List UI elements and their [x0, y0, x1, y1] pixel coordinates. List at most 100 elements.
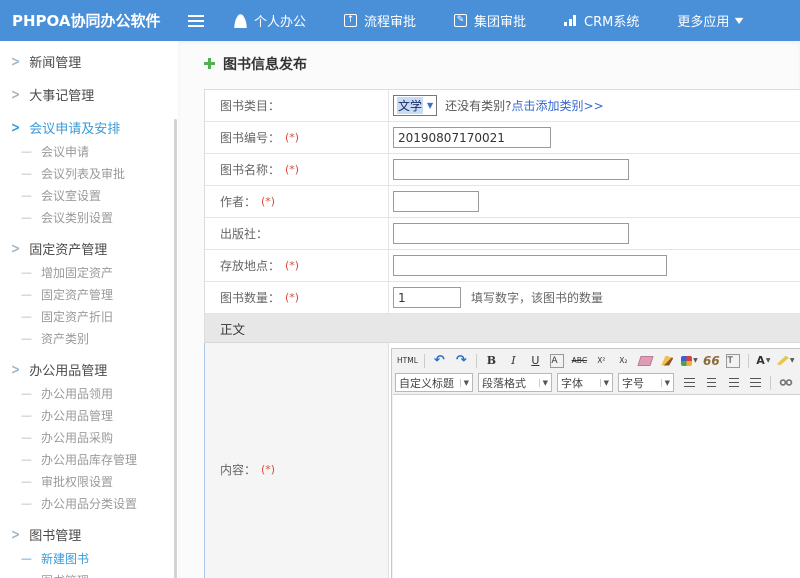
caret-down-icon: ▼: [661, 379, 670, 387]
toolbar-separator: [770, 376, 771, 390]
quantity-hint: 填写数字，该图书的数量: [471, 289, 603, 306]
paragraph-format-select[interactable]: 段落格式▼: [478, 373, 552, 392]
sidebar-item[interactable]: —审批权限设置: [0, 470, 178, 492]
sidebar-item-label: 审批权限设置: [41, 473, 113, 490]
sidebar-item[interactable]: — 固定资产折旧: [0, 305, 178, 327]
link-icon[interactable]: [775, 373, 796, 392]
sidebar-item[interactable]: —新建图书: [0, 547, 178, 569]
topnav-label: 个人办公: [254, 11, 306, 30]
italic-button[interactable]: I: [503, 351, 524, 370]
sidebar-item[interactable]: —增加固定资产: [0, 261, 178, 283]
app-logo: PHPOA协同办公软件: [0, 10, 178, 31]
align-left-icon[interactable]: [679, 373, 700, 392]
sidebar-item[interactable]: —会议申请: [0, 140, 178, 162]
field-label: 内容：: [220, 461, 256, 478]
book-form: 图书类目： 文学 ▼ 还没有类别? 点击添加类别>> 图书编号： (*): [204, 89, 800, 578]
plus-icon: [204, 58, 215, 69]
topnav-item[interactable]: 更多应用▼: [677, 11, 742, 30]
sidebar-group[interactable]: >会议申请及安排: [0, 114, 178, 140]
sidebar-item[interactable]: —办公用品分类设置: [0, 492, 178, 514]
workflow-icon: [344, 14, 357, 27]
font-color-button[interactable]: A▼: [753, 351, 774, 370]
sidebar-group[interactable]: >新闻管理: [0, 48, 178, 74]
caret-down-icon: ▼: [790, 357, 795, 364]
sidebar-item[interactable]: —图书管理: [0, 569, 178, 578]
publisher-input[interactable]: [393, 223, 629, 244]
sidebar-item[interactable]: —办公用品采购: [0, 426, 178, 448]
custom-title-select[interactable]: 自定义标题▼: [395, 373, 473, 392]
dash-icon: —: [21, 310, 32, 323]
sidebar-item[interactable]: —办公用品领用: [0, 382, 178, 404]
sidebar-item[interactable]: —会议室设置: [0, 184, 178, 206]
dash-icon: —: [21, 409, 32, 422]
topbar: PHPOA协同办公软件 个人办公 流程审批 集团审批 CRM系统 更多应用▼: [0, 0, 800, 41]
author-input[interactable]: [393, 191, 479, 212]
bold-button[interactable]: B: [481, 351, 502, 370]
format-brush-icon[interactable]: [657, 351, 678, 370]
text-color-icon[interactable]: ▼: [679, 351, 700, 370]
dash-icon: —: [21, 266, 32, 279]
paste-as-text-button[interactable]: T: [723, 351, 744, 370]
required-mark: (*): [261, 195, 275, 208]
sidebar-item[interactable]: —会议列表及审批: [0, 162, 178, 184]
toolbar-separator: [748, 354, 749, 368]
align-center-icon: [706, 378, 717, 387]
font-family-select[interactable]: 字体▼: [557, 373, 613, 392]
add-category-link[interactable]: 点击添加类别>>: [512, 97, 604, 114]
sidebar-item[interactable]: —办公用品库存管理: [0, 448, 178, 470]
align-justify-icon[interactable]: [745, 373, 766, 392]
form-row-author: 作者： (*): [205, 186, 800, 218]
highlight-pen-icon: [777, 356, 789, 366]
underline-button[interactable]: U: [525, 351, 546, 370]
editor-content-area[interactable]: [393, 394, 800, 578]
sidebar-item[interactable]: —会议类别设置: [0, 206, 178, 228]
strikethrough-button[interactable]: ABC: [569, 351, 590, 370]
sidebar-group[interactable]: >大事记管理: [0, 81, 178, 107]
redo-icon[interactable]: ↷: [451, 351, 472, 370]
topnav-label: 集团审批: [474, 11, 526, 30]
sidebar-group[interactable]: >固定资产管理: [0, 235, 178, 261]
sidebar-item[interactable]: —资产类别: [0, 327, 178, 349]
highlight-pen-icon[interactable]: ▼: [775, 351, 797, 370]
hamburger-menu-icon[interactable]: [188, 15, 204, 27]
dash-icon: —: [21, 288, 32, 301]
location-input[interactable]: [393, 255, 667, 276]
book-code-input[interactable]: [393, 127, 551, 148]
sidebar-item[interactable]: —办公用品管理: [0, 404, 178, 426]
align-center-icon[interactable]: [701, 373, 722, 392]
sidebar-group[interactable]: >图书管理: [0, 521, 178, 547]
form-row-quantity: 图书数量： (*) 填写数字，该图书的数量: [205, 282, 800, 314]
undo-icon[interactable]: ↶: [429, 351, 450, 370]
quantity-input[interactable]: [393, 287, 461, 308]
caret-down-icon: ▼: [600, 379, 609, 387]
book-name-input[interactable]: [393, 159, 629, 180]
font-size-select[interactable]: 字号▼: [618, 373, 674, 392]
chevron-right-icon: >: [11, 526, 20, 542]
superscript-button[interactable]: X²: [591, 351, 612, 370]
chevron-right-icon: >: [11, 86, 20, 102]
link-icon: [779, 378, 793, 387]
sidebar-group-label: 办公用品管理: [29, 360, 107, 379]
sidebar-scrollbar[interactable]: [174, 119, 177, 578]
html-source-button[interactable]: HTML: [395, 351, 420, 370]
book-category-select[interactable]: 文学 ▼: [393, 95, 437, 116]
topnav-item[interactable]: 流程审批: [344, 11, 416, 30]
dash-icon: —: [21, 574, 32, 578]
required-mark: (*): [285, 163, 299, 176]
remove-format-icon[interactable]: [635, 351, 656, 370]
topnav-item[interactable]: CRM系统: [564, 11, 639, 30]
subscript-button[interactable]: X₂: [613, 351, 634, 370]
topnav-label: CRM系统: [584, 11, 639, 30]
field-label: 存放地点：: [220, 257, 280, 274]
sidebar-item[interactable]: —固定资产管理: [0, 283, 178, 305]
field-label: 图书名称：: [220, 161, 280, 178]
align-right-icon[interactable]: [723, 373, 744, 392]
sidebar-item-label: 固定资产折旧: [41, 308, 113, 325]
form-row-publisher: 出版社：: [205, 218, 800, 250]
topnav-item[interactable]: 个人办公: [234, 11, 306, 30]
sidebar-group[interactable]: >办公用品管理: [0, 356, 178, 382]
topnav-item[interactable]: 集团审批: [454, 11, 526, 30]
char-border-button[interactable]: A: [547, 351, 568, 370]
blockquote-button[interactable]: 66: [701, 351, 722, 370]
form-row-content: 内容： (*) HTML↶↷BIUAABCX²X₂▼66TA▼▼▼▼ 自定义标题…: [204, 343, 800, 578]
